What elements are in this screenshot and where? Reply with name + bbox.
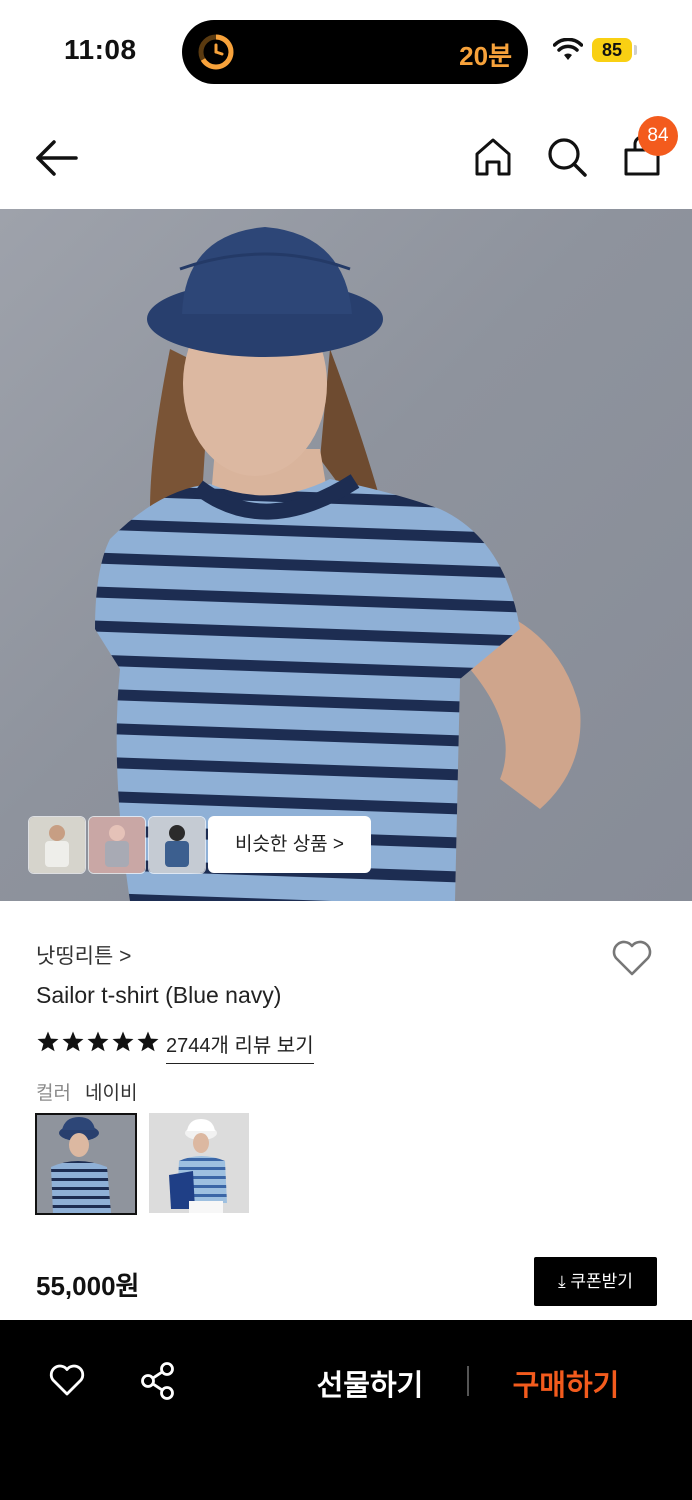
gift-button[interactable]: 선물하기 (310, 1362, 430, 1402)
star-icon (37, 1031, 59, 1052)
color-label: 컬러 (36, 1083, 71, 1104)
timer-text: 20분 (459, 41, 512, 71)
buy-now-button[interactable]: 구매하기 (506, 1362, 626, 1402)
status-time: 11:08 (64, 34, 137, 65)
product-title: Sailor t-shirt (Blue navy) (36, 982, 282, 1008)
wishlist-heart-icon[interactable] (48, 1362, 86, 1398)
navigation-bar (0, 100, 692, 209)
star-icon (87, 1031, 109, 1052)
status-bar: 11:08 20분 85 (0, 0, 692, 100)
back-arrow-icon[interactable] (30, 136, 82, 180)
home-icon[interactable] (472, 136, 514, 178)
brand-link[interactable]: 낫띵리튼 > (36, 940, 131, 970)
download-coupon-button[interactable]: ⤓ 쿠폰받기 (534, 1257, 657, 1306)
divider (467, 1366, 469, 1396)
similar-product-thumbnail[interactable] (88, 816, 146, 874)
battery-tip (634, 45, 637, 55)
product-main-image[interactable] (0, 209, 692, 901)
bottom-action-bar: 선물하기 구매하기 (0, 1320, 692, 1500)
search-icon[interactable] (546, 136, 588, 178)
wifi-icon (553, 38, 583, 60)
dynamic-island: 20분 (182, 20, 528, 84)
similar-product-thumbnail[interactable] (148, 816, 206, 874)
reviews-link[interactable]: 2744개 리뷰 보기 (166, 1029, 314, 1064)
rating-stars (36, 1030, 161, 1056)
cart-count-badge: 84 (638, 116, 678, 156)
color-option-blue[interactable] (149, 1113, 249, 1213)
model-photo (95, 227, 581, 901)
star-icon (112, 1031, 134, 1052)
similar-product-thumbnail[interactable] (28, 816, 86, 874)
product-price: 55,000원 (36, 1271, 140, 1301)
battery-indicator: 85 (592, 38, 632, 62)
timer-icon (198, 34, 234, 70)
similar-products-button[interactable]: 비슷한 상품 > (208, 816, 371, 873)
star-icon (137, 1031, 159, 1052)
heart-icon[interactable] (610, 938, 654, 978)
selected-color-value: 네이비 (85, 1083, 138, 1104)
star-icon (62, 1031, 84, 1052)
color-option-navy[interactable] (35, 1113, 137, 1215)
share-icon[interactable] (140, 1362, 176, 1400)
